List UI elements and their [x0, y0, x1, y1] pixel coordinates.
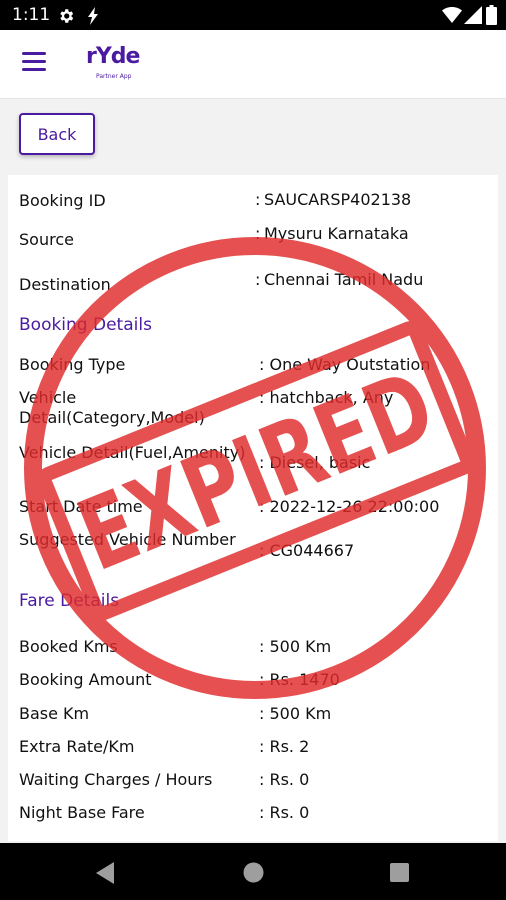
- settings-icon: [60, 9, 74, 23]
- battery-icon: [486, 5, 497, 25]
- booking-details-heading: Booking Details: [19, 315, 152, 335]
- booking-row-label: Start Date time: [19, 497, 143, 516]
- back-triangle-icon[interactable]: [96, 862, 116, 884]
- booking-row-value: : 2022-12-26 22:00:00: [259, 497, 440, 516]
- fare-row-value: : Rs. 2: [259, 737, 310, 756]
- detail-label: Source: [19, 230, 74, 249]
- wifi-icon: [442, 7, 462, 23]
- fare-row-value: : 500 Km: [259, 704, 332, 723]
- status-time: 1:11: [12, 5, 51, 25]
- detail-sep: :: [255, 270, 261, 289]
- source-value: Mysuru Karnataka: [264, 224, 409, 243]
- signal-icon: [464, 6, 482, 24]
- ryde-logo: rYde Partner App: [86, 44, 146, 84]
- home-circle-icon[interactable]: [243, 862, 264, 883]
- fare-row-label: Booked Kms: [19, 637, 118, 656]
- booking-row-value: : Diesel, basic: [259, 453, 371, 472]
- fare-row-value: : 500 Km: [259, 637, 332, 656]
- detail-row-booking-id: Booking ID : SAUCARSP402138: [8, 190, 498, 213]
- bolt-icon: [88, 7, 98, 25]
- detail-label: Booking ID: [19, 191, 106, 210]
- recents-square-icon[interactable]: [390, 863, 409, 882]
- booking-id-value: SAUCARSP402138: [264, 190, 412, 209]
- detail-sep: :: [255, 224, 261, 243]
- fare-row-value: : Rs. 1470: [259, 670, 340, 689]
- fare-details-heading: Fare Details: [19, 591, 120, 611]
- app-bar: rYde Partner App: [0, 30, 506, 99]
- booking-row-value: : CG044667: [259, 541, 355, 560]
- back-button[interactable]: Back: [19, 113, 95, 155]
- fare-row-value: : Rs. 0: [259, 803, 310, 822]
- fare-row-label: Waiting Charges / Hours: [19, 770, 213, 789]
- booking-row-value: : hatchback, Any: [259, 388, 394, 407]
- detail-row-source: Source : Mysuru Karnataka: [8, 224, 498, 252]
- destination-value: Chennai Tamil Nadu: [264, 270, 424, 289]
- fare-row-value: : Rs. 0: [259, 770, 310, 789]
- logo-text: rYde: [86, 44, 140, 69]
- logo-tagline: Partner App: [96, 73, 132, 80]
- hamburger-menu-icon[interactable]: [22, 52, 48, 74]
- detail-row-destination: Destination : Chennai Tamil Nadu: [8, 270, 498, 297]
- android-nav-bar: [0, 843, 506, 900]
- fare-row-label: Extra Rate/Km: [19, 737, 135, 756]
- fare-row-label: Night Base Fare: [19, 803, 145, 822]
- detail-label: Destination: [19, 275, 111, 294]
- booking-row-label: Vehicle Detail(Fuel,Amenity): [19, 443, 246, 462]
- fare-row-label: Booking Amount: [19, 670, 152, 689]
- booking-row-value: : One Way Outstation: [259, 355, 431, 374]
- status-bar: 1:11: [0, 0, 506, 30]
- fare-row-label: Base Km: [19, 704, 90, 723]
- booking-row-label: Suggested Vehicle Number: [19, 530, 236, 549]
- booking-row-label: Vehicle Detail(Category,Model): [19, 388, 205, 427]
- booking-details-card: Booking ID : SAUCARSP402138 Source : Mys…: [8, 175, 498, 841]
- detail-sep: :: [255, 190, 261, 209]
- booking-row-label: Booking Type: [19, 355, 126, 374]
